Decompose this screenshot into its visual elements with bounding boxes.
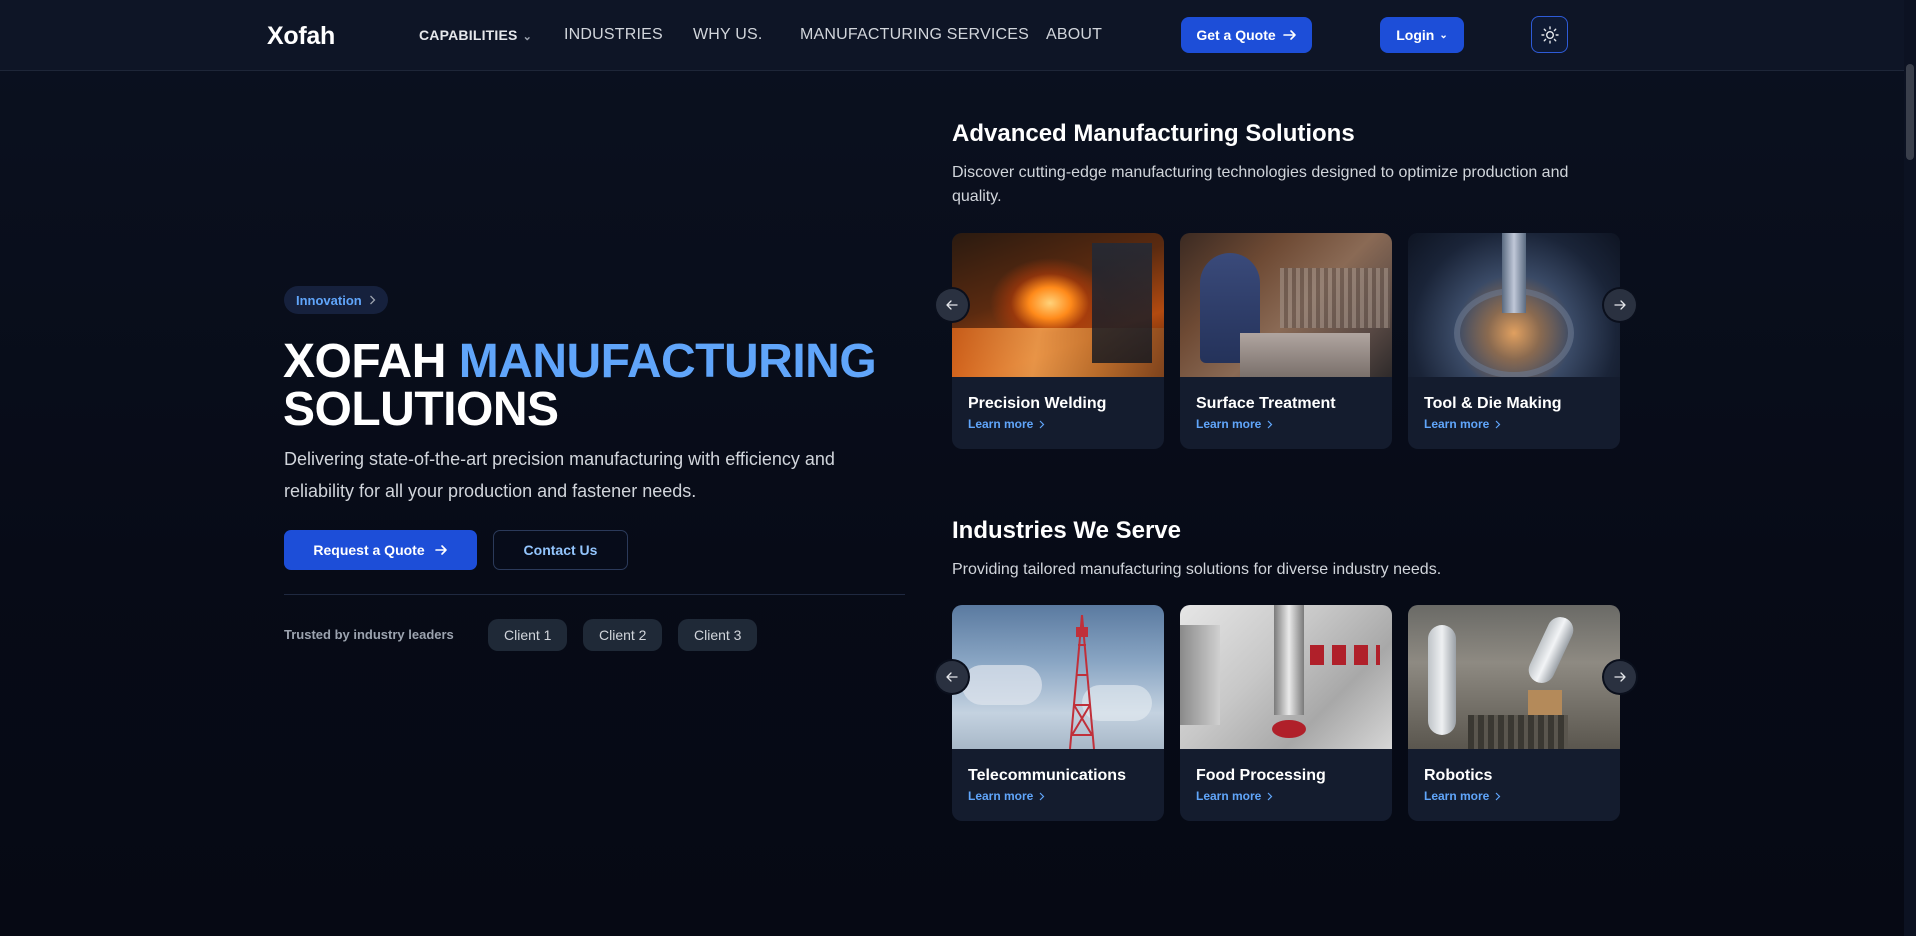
chevron-right-icon [1039,792,1045,800]
scrollbar-thumb[interactable] [1906,64,1914,160]
hero-title: XOFAH MANUFACTURING SOLUTIONS [283,338,923,434]
learn-more-link[interactable]: Learn more [1424,789,1501,803]
top-nav-bar: Xofah CAPABILITIES ⌄ INDUSTRIES WHY US. M… [0,0,1916,71]
solutions-description: Discover cutting-edge manufacturing tech… [952,164,1569,205]
industry-card-telecom[interactable]: Telecommunications Learn more [952,605,1164,821]
robotics-image [1408,605,1620,749]
card-title: Tool & Die Making [1424,395,1562,412]
learn-more-label: Learn more [1196,417,1262,431]
learn-more-label: Learn more [968,417,1034,431]
chevron-down-icon: ⌄ [1439,29,1448,41]
solution-card-tool-die[interactable]: Tool & Die Making Learn more [1408,233,1620,449]
arrow-left-icon [946,672,958,682]
card-title: Precision Welding [968,395,1107,412]
chevron-right-icon [1039,420,1045,428]
nav-manufacturing-services[interactable]: MANUFACTURING SERVICES [800,26,1029,44]
carousel-prev-button[interactable] [936,661,968,693]
chevron-right-icon [369,295,376,305]
arrow-right-icon [1282,30,1296,40]
carousel-next-button[interactable] [1604,289,1636,321]
learn-more-link[interactable]: Learn more [1196,789,1273,803]
welding-image [952,233,1164,377]
client-badge: Client 1 [488,619,568,651]
request-quote-label: Request a Quote [313,542,425,558]
sun-icon [1540,25,1559,44]
food-processing-image [1180,605,1392,749]
arrow-right-icon [1614,300,1626,310]
industry-card-robotics[interactable]: Robotics Learn more [1408,605,1620,821]
trusted-label: Trusted by industry leaders [284,627,454,642]
contact-us-button[interactable]: Contact Us [493,530,628,570]
industries-title: Industries We Serve [952,517,1181,544]
solution-card-surface[interactable]: Surface Treatment Learn more [1180,233,1392,449]
learn-more-label: Learn more [1424,417,1490,431]
card-title: Robotics [1424,767,1493,784]
learn-more-link[interactable]: Learn more [968,417,1045,431]
carousel-next-button[interactable] [1604,661,1636,693]
card-title: Food Processing [1196,767,1326,784]
solution-card-welding[interactable]: Precision Welding Learn more [952,233,1164,449]
innovation-badge[interactable]: Innovation [284,286,388,314]
learn-more-label: Learn more [968,789,1034,803]
login-button[interactable]: Login ⌄ [1380,17,1464,53]
hero-description: Delivering state-of-the-art precision ma… [284,449,835,501]
chevron-down-icon: ⌄ [522,31,533,43]
nav-why-us[interactable]: WHY US. [693,26,763,44]
scrollbar-track[interactable] [1904,0,1916,936]
arrow-right-icon [1614,672,1626,682]
solutions-title: Advanced Manufacturing Solutions [952,120,1355,147]
arrow-right-icon [434,545,447,555]
carousel-prev-button[interactable] [936,289,968,321]
innovation-badge-label: Innovation [296,292,362,308]
nav-capabilities-label: CAPABILITIES [419,27,518,43]
surface-treatment-image [1180,233,1392,377]
get-a-quote-button[interactable]: Get a Quote [1181,17,1312,53]
learn-more-label: Learn more [1424,789,1490,803]
login-label: Login [1396,27,1435,43]
theme-toggle-button[interactable] [1531,16,1568,53]
client-badge: Client 2 [583,619,663,651]
tool-die-image [1408,233,1620,377]
logo[interactable]: Xofah [267,22,335,51]
get-a-quote-label: Get a Quote [1196,27,1276,43]
chevron-right-icon [1495,792,1501,800]
hero-divider [284,594,905,595]
hero-title-part1: XOFAH [283,335,446,388]
request-quote-button[interactable]: Request a Quote [284,530,477,570]
telecom-tower-image [952,605,1164,749]
learn-more-link[interactable]: Learn more [1424,417,1501,431]
card-title: Surface Treatment [1196,395,1336,412]
chevron-right-icon [1495,420,1501,428]
client-badge: Client 3 [678,619,758,651]
industry-card-food[interactable]: Food Processing Learn more [1180,605,1392,821]
learn-more-label: Learn more [1196,789,1262,803]
card-title: Telecommunications [968,767,1126,784]
chevron-right-icon [1267,792,1273,800]
chevron-right-icon [1267,420,1273,428]
arrow-left-icon [946,300,958,310]
hero-title-part2: SOLUTIONS [283,383,559,436]
nav-capabilities[interactable]: CAPABILITIES ⌄ [419,27,532,43]
industries-description: Providing tailored manufacturing solutio… [952,561,1442,578]
nav-about[interactable]: ABOUT [1046,26,1102,44]
learn-more-link[interactable]: Learn more [1196,417,1273,431]
nav-industries[interactable]: INDUSTRIES [564,26,663,44]
learn-more-link[interactable]: Learn more [968,789,1045,803]
hero-title-accent: MANUFACTURING [458,335,877,388]
